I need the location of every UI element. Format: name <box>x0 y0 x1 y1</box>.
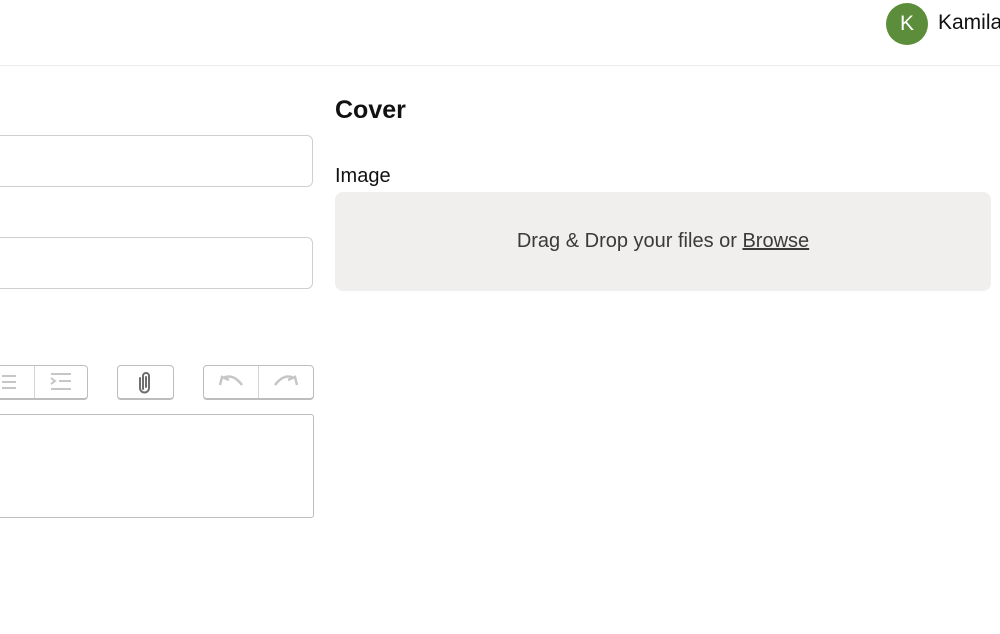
list-toolbar-group <box>0 365 88 400</box>
indent-button[interactable] <box>35 366 88 398</box>
user-name[interactable]: Kamila <box>938 11 1000 35</box>
redo-button[interactable] <box>259 366 313 398</box>
undo-icon <box>217 373 245 391</box>
paperclip-icon <box>138 370 154 394</box>
cover-heading: Cover <box>335 96 406 124</box>
bullet-list-icon <box>0 373 18 391</box>
top-bar: K Kamila <box>0 0 1000 66</box>
attach-file-button[interactable] <box>118 366 173 398</box>
text-field-2[interactable] <box>0 237 313 289</box>
redo-icon <box>272 373 300 391</box>
page: K Kamila Cover Image Drag & Drop your fi… <box>0 0 1000 634</box>
attach-toolbar-group <box>117 365 174 400</box>
rich-text-editor[interactable] <box>0 414 314 518</box>
dropzone-text: Drag & Drop your files or <box>516 230 737 252</box>
image-label: Image <box>335 165 391 187</box>
browse-link[interactable]: Browse <box>742 230 809 253</box>
avatar[interactable]: K <box>886 3 928 45</box>
text-field-1[interactable] <box>0 135 313 187</box>
bullet-list-button[interactable] <box>0 366 35 398</box>
undo-button[interactable] <box>204 366 259 398</box>
indent-icon <box>49 372 73 392</box>
image-dropzone[interactable]: Drag & Drop your files or Browse <box>335 192 991 291</box>
history-toolbar-group <box>203 365 314 400</box>
